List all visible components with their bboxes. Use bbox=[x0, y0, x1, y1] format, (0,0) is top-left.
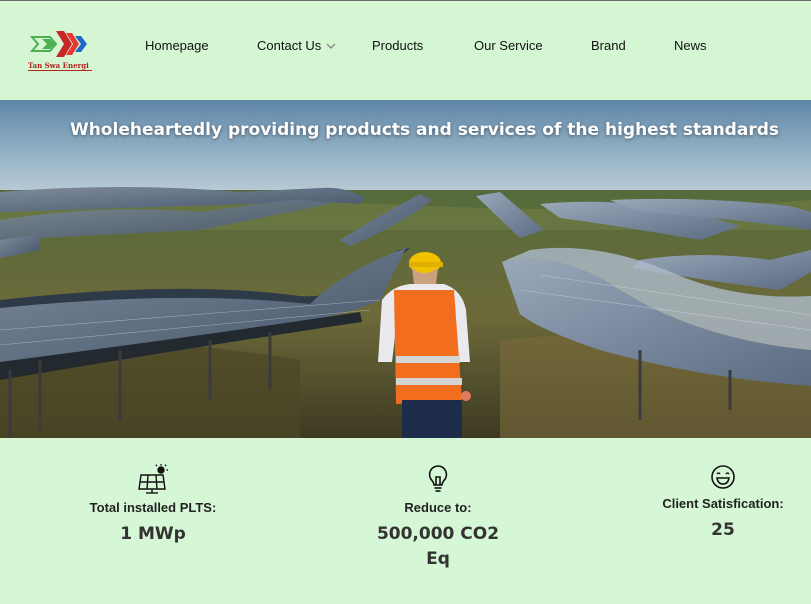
stat-label: Total installed PLTS: bbox=[89, 500, 217, 515]
brand-logo[interactable]: Tan Swa Energi bbox=[28, 27, 92, 73]
stats-section: Total installed PLTS: 1 MWp Reduce to: 5… bbox=[0, 438, 811, 604]
stat-label: Client Satisfication: bbox=[662, 496, 784, 511]
stat-client-satisfaction: Client Satisfication: 25 bbox=[660, 464, 786, 543]
hero-image bbox=[0, 100, 811, 438]
stat-label: Reduce to: bbox=[404, 500, 472, 515]
nav-item-our-service[interactable]: Our Service bbox=[474, 38, 543, 53]
nav-item-news[interactable]: News bbox=[674, 38, 707, 53]
solar-panel-icon bbox=[138, 464, 168, 494]
nav-item-homepage[interactable]: Homepage bbox=[145, 38, 209, 53]
hero-banner: Wholeheartedly providing products and se… bbox=[0, 100, 811, 438]
nav-item-label: Contact Us bbox=[257, 38, 322, 53]
chevron-down-icon bbox=[326, 43, 336, 49]
lightbulb-icon bbox=[428, 465, 448, 492]
brand-underline bbox=[28, 70, 92, 71]
nav-item-contact-us[interactable]: Contact Us bbox=[257, 38, 336, 53]
brand-name: Tan Swa Energi bbox=[28, 61, 89, 70]
stat-value-line-1: 500,000 CO2 bbox=[376, 524, 500, 544]
smile-icon bbox=[711, 465, 735, 489]
nav-item-brand[interactable]: Brand bbox=[591, 38, 626, 53]
stat-installed-plts: Total installed PLTS: 1 MWp bbox=[89, 464, 217, 547]
stat-value-line-2: Eq bbox=[426, 549, 450, 569]
stat-value: 500,000 CO2 Eq bbox=[370, 522, 506, 572]
stat-value: 1 MWp bbox=[120, 524, 186, 544]
brand-logo-icon bbox=[29, 31, 87, 57]
nav-item-products[interactable]: Products bbox=[372, 38, 423, 53]
stat-reduce-to: Reduce to: 500,000 CO2 Eq bbox=[370, 464, 506, 572]
stat-value: 25 bbox=[711, 520, 735, 540]
site-header: Tan Swa Energi Homepage Contact Us Produ… bbox=[0, 0, 811, 100]
hero-title: Wholeheartedly providing products and se… bbox=[69, 120, 779, 140]
